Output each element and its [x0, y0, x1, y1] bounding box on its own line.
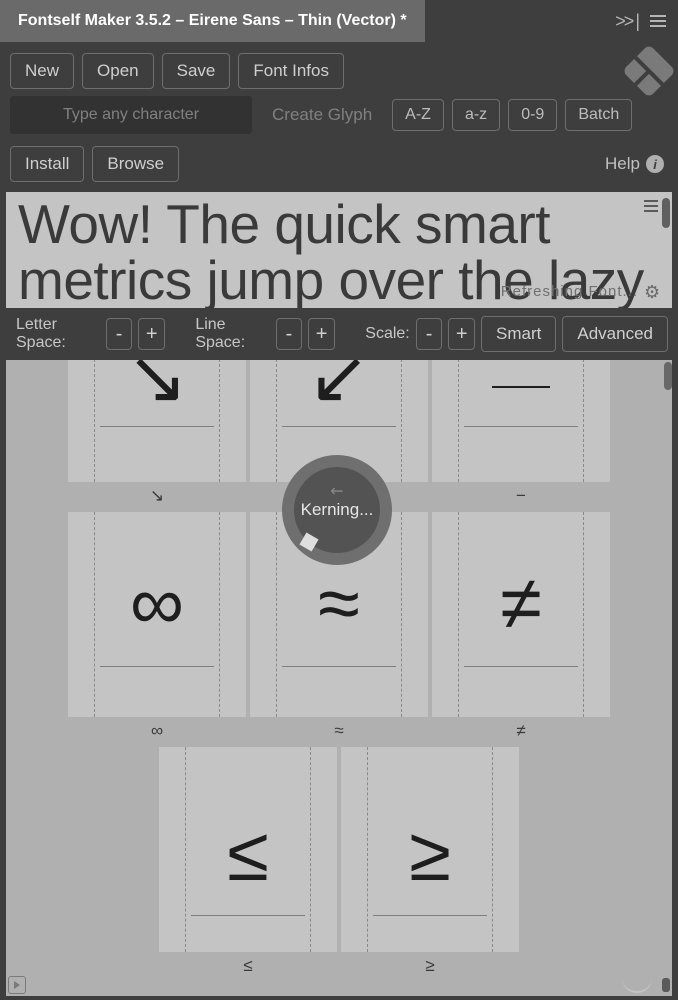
glyph-label: ≈	[250, 717, 428, 747]
smart-button[interactable]: Smart	[481, 316, 556, 352]
smile-icon[interactable]	[622, 978, 652, 993]
glyph-label: −	[432, 482, 610, 512]
main-toolbar: New Open Save Font Infos	[0, 42, 678, 96]
new-button[interactable]: New	[10, 53, 74, 89]
glyph-label: ∞	[68, 717, 246, 747]
glyph-char: ≠	[500, 560, 542, 647]
metrics-bar: Letter Space: - + Line Space: - + Scale:…	[0, 308, 678, 360]
glyph-char: ∞	[130, 560, 184, 647]
help-link[interactable]: Help i	[605, 154, 664, 174]
glyph-char	[492, 386, 550, 388]
collapse-icon[interactable]: >> |	[615, 11, 638, 32]
create-glyph-button[interactable]: Create Glyph	[260, 105, 384, 125]
install-button[interactable]: Install	[10, 146, 84, 182]
glyph-cell[interactable]: ↘	[68, 360, 246, 482]
refreshing-status: Refreshing Font...	[501, 283, 638, 300]
preview-pane: Wow! The quick smart metrics jump over t…	[6, 192, 672, 308]
glyph-cell[interactable]: ≥	[341, 747, 519, 952]
batch-button[interactable]: Batch	[565, 99, 632, 131]
letter-space-plus[interactable]: +	[138, 318, 165, 350]
letter-space-minus[interactable]: -	[106, 318, 133, 350]
line-space-label: Line Space:	[195, 316, 269, 352]
lowercase-button[interactable]: a-z	[452, 99, 500, 131]
glyph-char: ≈	[318, 560, 360, 647]
character-toolbar: Create Glyph A-Z a-z 0-9 Batch	[0, 96, 678, 142]
bottom-bar	[8, 974, 670, 996]
save-button[interactable]: Save	[162, 53, 231, 89]
glyph-cell[interactable]: ∞	[68, 512, 246, 717]
resize-handle-icon[interactable]	[662, 978, 670, 992]
line-space-plus[interactable]: +	[308, 318, 335, 350]
titlebar: Fontself Maker 3.5.2 – Eirene Sans – Thi…	[0, 0, 678, 42]
glyph-cell[interactable]	[432, 360, 610, 482]
glyph-cell[interactable]: ≠	[432, 512, 610, 717]
letter-space-label: Letter Space:	[16, 316, 100, 352]
preview-menu-icon[interactable]	[644, 200, 658, 212]
gear-icon[interactable]: ⚙	[644, 282, 662, 300]
open-button[interactable]: Open	[82, 53, 154, 89]
glyph-cell[interactable]: ≤	[159, 747, 337, 952]
scale-minus[interactable]: -	[416, 318, 443, 350]
glyph-char: ↙	[308, 360, 370, 420]
numbers-button[interactable]: 0-9	[508, 99, 557, 131]
glyph-label: ↘	[68, 482, 246, 512]
scale-plus[interactable]: +	[448, 318, 475, 350]
window-title: Fontself Maker 3.5.2 – Eirene Sans – Thi…	[0, 0, 425, 42]
advanced-button[interactable]: Advanced	[562, 316, 668, 352]
spinner-tick-icon	[299, 532, 318, 551]
fontself-logo-icon	[622, 44, 676, 98]
info-icon: i	[646, 155, 664, 173]
scale-label: Scale:	[365, 325, 409, 343]
install-toolbar: Install Browse Help i	[0, 142, 678, 192]
preview-scrollbar[interactable]	[662, 198, 670, 228]
glyph-char: ≤	[227, 811, 269, 898]
glyph-char: ≥	[409, 811, 451, 898]
glyph-label: ≠	[432, 717, 610, 747]
line-space-minus[interactable]: -	[276, 318, 303, 350]
kerning-overlay: ↙ Kerning...	[282, 455, 392, 565]
uppercase-button[interactable]: A-Z	[392, 99, 444, 131]
kerning-status: Kerning...	[301, 500, 374, 520]
font-infos-button[interactable]: Font Infos	[238, 53, 344, 89]
character-input[interactable]	[10, 96, 252, 134]
play-icon[interactable]	[8, 976, 26, 994]
browse-button[interactable]: Browse	[92, 146, 179, 182]
glyph-char: ↘	[126, 360, 188, 420]
help-label: Help	[605, 154, 640, 174]
hamburger-icon[interactable]	[650, 15, 666, 27]
